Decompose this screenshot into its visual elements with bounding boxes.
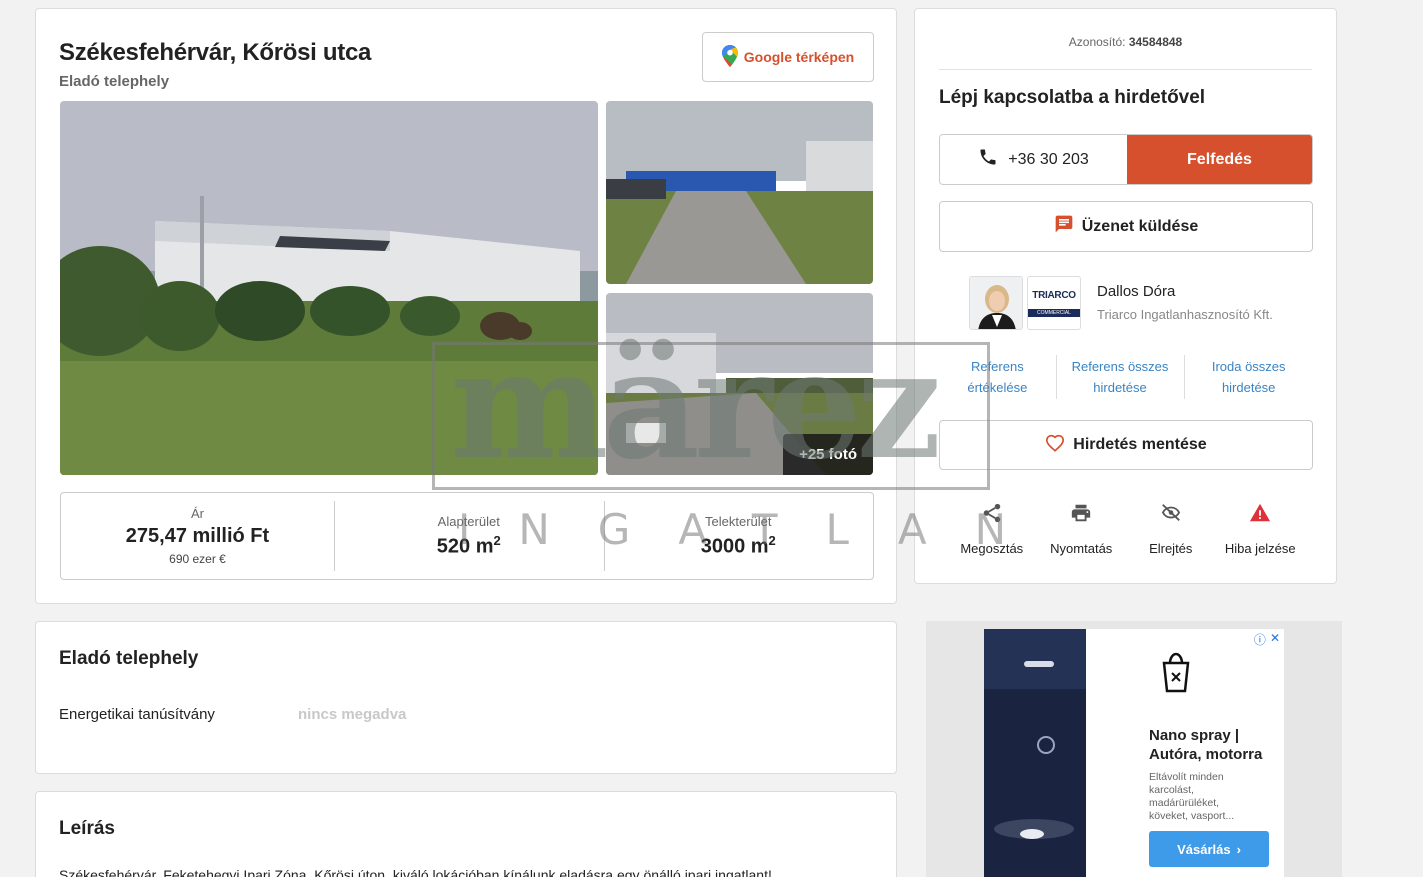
ad-buy-label: Vásárlás: [1177, 841, 1231, 857]
chevron-right-icon: ›: [1236, 841, 1241, 857]
ad-banner[interactable]: ⓘ ✕ Nano spray | Autóra, motorra Eltávol…: [984, 629, 1284, 877]
plot-label: Telekterület: [705, 513, 772, 529]
ad-image: [984, 629, 1086, 877]
chat-icon: [1054, 214, 1074, 239]
listing-card: Székesfehérvár, Kőrösi utca Eladó teleph…: [35, 8, 897, 604]
ad-container: ⓘ ✕ Nano spray | Autóra, motorra Eltávol…: [926, 621, 1342, 877]
details-card: Eladó telephely Energetikai tanúsítvány …: [35, 621, 897, 774]
area-unit-sup: 2: [493, 532, 501, 548]
price-eur: 690 ezer €: [169, 552, 226, 566]
print-action[interactable]: Nyomtatás: [1037, 502, 1127, 556]
plot-unit-sup: 2: [768, 532, 776, 548]
send-message-label: Üzenet küldése: [1081, 217, 1199, 235]
report-label: Hiba jelzése: [1224, 541, 1296, 556]
plot-value-text: 3000 m: [700, 535, 769, 558]
energy-label: Energetikai tanúsítvány: [59, 706, 215, 723]
photo-thumbnail-3[interactable]: +25 fotó: [606, 293, 873, 475]
agency-logo-text: TRIARCO: [1032, 289, 1076, 301]
share-label: Megosztás: [960, 541, 1024, 556]
ad-choices[interactable]: ⓘ ✕: [1254, 631, 1280, 648]
plot-value: 3000 m2: [701, 533, 776, 559]
info-icon: ⓘ: [1253, 633, 1266, 647]
area-stat: Alapterület 520 m2: [334, 493, 604, 579]
save-listing-label: Hirdetés mentése: [1073, 436, 1207, 453]
google-map-button[interactable]: Google térképen: [702, 32, 874, 82]
hide-label: Elrejtés: [1149, 541, 1193, 556]
hide-action[interactable]: Elrejtés: [1126, 502, 1216, 556]
ad-title: Nano spray | Autóra, motorra: [1149, 727, 1263, 763]
listing-id: Azonosító: 34584848: [915, 35, 1336, 49]
description-text: Székesfehérvár, Feketehegyi Ipari Zóna, …: [59, 867, 772, 877]
area-label: Alapterület: [437, 513, 500, 529]
area-value-text: 520 m: [436, 535, 494, 558]
office-all-listings-link[interactable]: Iroda összes hirdetése: [1184, 353, 1313, 401]
agent-all-listings-link[interactable]: Referens összes hirdetése: [1055, 353, 1185, 401]
phone-icon: [978, 147, 998, 172]
ad-description: Eltávolít minden karcolást, madárürüléke…: [1149, 771, 1235, 822]
main-photo[interactable]: [60, 101, 598, 475]
details-title: Eladó telephely: [59, 648, 199, 669]
divider: [939, 69, 1312, 70]
description-card: Leírás Székesfehérvár, Feketehegyi Ipari…: [35, 791, 897, 877]
description-title: Leírás: [59, 818, 115, 839]
send-message-button[interactable]: Üzenet küldése: [939, 201, 1313, 252]
listing-id-label: Azonosító:: [1068, 35, 1126, 49]
contact-title: Lépj kapcsolatba a hirdetővel: [939, 87, 1206, 108]
agent-links: Referens értékelése Referens összes hird…: [939, 353, 1313, 401]
contact-card: Azonosító: 34584848 Lépj kapcsolatba a h…: [914, 8, 1337, 584]
reveal-phone-button[interactable]: Felfedés: [1127, 135, 1312, 184]
agent-name: Dallos Dóra: [1097, 283, 1176, 300]
area-value: 520 m2: [437, 533, 501, 559]
ad-buy-button[interactable]: Vásárlás ›: [1149, 831, 1269, 867]
print-label: Nyomtatás: [1050, 541, 1113, 556]
map-pin-icon: [721, 44, 738, 70]
print-icon: [1070, 502, 1092, 527]
agent-rating-link[interactable]: Referens értékelése: [939, 353, 1056, 401]
save-listing-button[interactable]: Hirdetés mentése: [939, 420, 1313, 470]
warning-icon: [1249, 502, 1271, 527]
price-value: 275,47 millió Ft: [125, 525, 270, 547]
google-map-label: Google térképen: [743, 49, 855, 65]
agent-avatar[interactable]: [969, 276, 1023, 330]
listing-title: Székesfehérvár, Kőrösi utca: [59, 39, 372, 66]
close-icon[interactable]: ✕: [1270, 631, 1280, 648]
share-action[interactable]: Megosztás: [947, 502, 1037, 556]
phone-row: +36 30 203 Felfedés: [939, 134, 1313, 185]
heart-icon: [1045, 434, 1065, 457]
agent-company: Triarco Ingatlanhasznosító Kft.: [1097, 307, 1273, 322]
agency-logo-sub: COMMERCIAL: [1028, 308, 1080, 317]
listing-id-value: 34584848: [1128, 35, 1183, 49]
shopping-bag-icon: [1156, 649, 1196, 698]
phone-number[interactable]: +36 30 203: [940, 135, 1127, 184]
stats-bar: Ár 275,47 millió Ft 690 ezer € Alapterül…: [60, 492, 874, 580]
energy-value: nincs megadva: [298, 706, 407, 723]
action-row: Megosztás Nyomtatás Elrejtés Hiba jelzés…: [947, 502, 1305, 556]
price-label: Ár: [191, 506, 204, 521]
photo-thumbnail-2[interactable]: [606, 101, 873, 284]
price-stat: Ár 275,47 millió Ft 690 ezer €: [61, 493, 334, 579]
share-icon: [981, 502, 1003, 527]
listing-subtitle: Eladó telephely: [59, 73, 170, 90]
report-action[interactable]: Hiba jelzése: [1216, 502, 1306, 556]
agency-logo[interactable]: TRIARCO COMMERCIAL: [1027, 276, 1081, 330]
more-photos-button[interactable]: +25 fotó: [783, 434, 873, 475]
phone-number-text: +36 30 203: [1008, 150, 1089, 168]
eye-off-icon: [1159, 502, 1183, 527]
plot-stat: Telekterület 3000 m2: [603, 493, 874, 579]
